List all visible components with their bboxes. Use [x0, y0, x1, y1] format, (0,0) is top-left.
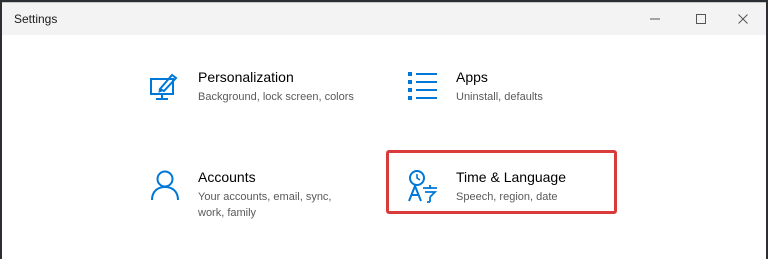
settings-window: Settings Personalization Background, loc…	[2, 2, 766, 259]
tile-title: Apps	[456, 69, 488, 85]
tile-description-line: work, family	[198, 207, 257, 219]
tile-accounts[interactable]: Accounts Your accounts, email, sync, wor…	[148, 169, 378, 229]
tile-title: Personalization	[198, 69, 294, 85]
tile-apps[interactable]: Apps Uninstall, defaults	[406, 69, 636, 129]
close-button[interactable]	[720, 3, 766, 35]
apps-icon	[406, 69, 440, 103]
minimize-icon	[650, 18, 660, 20]
tile-description-line: Your accounts, email, sync,	[198, 191, 332, 203]
tile-title: Accounts	[198, 169, 256, 185]
minimize-button[interactable]	[632, 3, 678, 35]
window-title: Settings	[14, 12, 58, 26]
tile-description: Uninstall, defaults	[456, 91, 543, 103]
maximize-icon	[696, 14, 706, 24]
title-bar[interactable]: Settings	[2, 3, 766, 35]
personalization-icon	[148, 69, 182, 103]
person-icon	[148, 169, 182, 203]
tile-description: Your accounts, email, sync, work, family	[198, 189, 332, 221]
maximize-button[interactable]	[678, 3, 724, 35]
close-icon	[738, 14, 748, 24]
highlight-box	[386, 150, 617, 214]
tile-personalization[interactable]: Personalization Background, lock screen,…	[148, 69, 378, 129]
tile-description: Background, lock screen, colors	[198, 91, 354, 103]
